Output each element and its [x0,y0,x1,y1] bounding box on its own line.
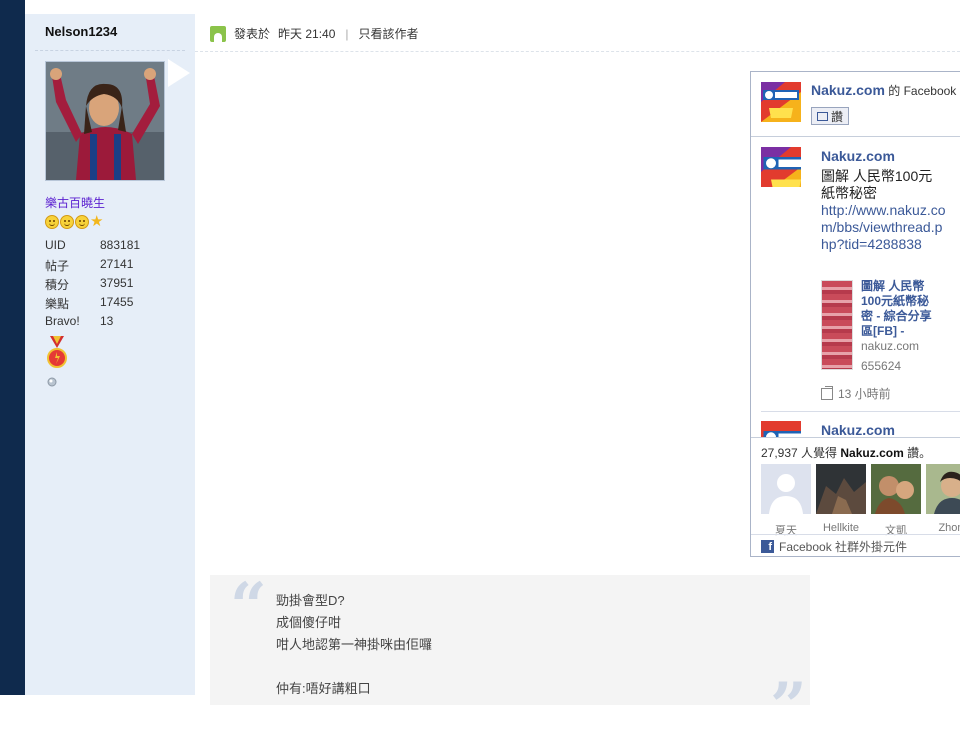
feed-time-text[interactable]: 13 小時前 [838,385,891,402]
star-rank-icon: ★ [90,213,104,230]
nakuz-logo[interactable] [761,82,801,122]
stat-value: 37951 [100,276,134,290]
quote-line: 成個傻仔咁 [276,615,342,630]
fb-header-suffix: 的 Facebook [888,84,957,98]
facebook-like-box: Nakuz.com 的 Facebook 讚 Nakuz.com 圖解 人民幣1… [750,71,960,557]
likers-page: Nakuz.com [840,446,904,460]
stat-label: 樂點 [45,297,70,311]
attachment-domain: nakuz.com [861,339,920,353]
sidebar-divider [35,50,185,51]
stat-label: Bravo! [45,314,80,328]
stat-label: UID [45,238,66,252]
quote-line: 勁掛會型D? [276,593,345,608]
feed-text: 圖解 人民幣100元紙幣秘密 [821,168,933,201]
stat-value: 17455 [100,295,134,309]
liker-face[interactable]: Hellkite [816,464,866,538]
separator: | [345,26,349,41]
stat-label: 積分 [45,278,70,292]
posted-time: 昨天 21:40 [278,27,336,41]
fb-footer: f Facebook 社群外掛元件 [751,534,960,556]
liker-face[interactable]: Zhon [926,464,960,538]
liker-name[interactable]: Zhon [926,522,960,534]
user-sidebar: Nelson1234 樂古百曉生 ★ UID 883181 帖子 27141 積… [25,14,195,695]
avatar[interactable] [45,61,165,181]
feed-logo-2[interactable] [761,421,801,437]
feed-link[interactable]: http://www.nakuz.com/bbs/viewthread.php?… [821,202,946,253]
liker-name[interactable]: Hellkite [816,522,866,534]
feed-page-name[interactable]: Nakuz.com [821,148,895,164]
stat-label: 帖子 [45,259,70,273]
quote-line: 咁人地認第一神掛咪由佢囉 [276,637,433,652]
online-status-icon[interactable] [47,376,57,390]
fb-header: Nakuz.com 的 Facebook 讚 [751,72,960,137]
feed-page-name-2[interactable]: Nakuz.com [821,422,895,438]
liker-face[interactable]: 文凱 [871,464,921,538]
username-link[interactable]: Nelson1234 [45,24,117,39]
smiley-rank-icon [75,215,89,229]
post-header: 發表於 昨天 21:40 | 只看該作者 [210,25,419,42]
stat-row: 積分 37951 [45,276,185,295]
facebook-icon: f [761,539,774,553]
feed-timestamp: 13 小時前 [821,385,891,402]
stat-row: 帖子 27141 [45,257,185,276]
share-icon[interactable] [821,385,833,400]
likers-count: 27,937 人覺得 Nakuz.com 讚。 [761,444,931,461]
stat-row: UID 883181 [45,238,185,257]
smiley-rank-icon [60,215,74,229]
liker-avatar [816,464,866,514]
attachment-number: 655624 [861,359,902,373]
stat-row: Bravo! 13 [45,314,185,333]
stat-value: 13 [100,314,114,328]
thumbs-up-icon [817,111,828,121]
author-online-icon [210,25,226,42]
feed-divider [761,411,960,412]
attachment-thumbnail[interactable] [821,280,853,370]
smiley-rank-icon [45,215,59,229]
liker-faces: 夏天 Hellkite 文凱 Zho [761,464,960,538]
feed-bottom-border [751,437,960,438]
avatar-callout-pointer [168,59,190,87]
stat-value: 883181 [100,238,141,252]
left-edge-bar [0,0,25,695]
attachment-title[interactable]: 圖解 人民幣100元紙幣秘密 - 綜合分享區[FB] - [861,279,941,339]
quote-text: 勁掛會型D? 成個傻仔咁 咁人地認第一神掛咪由佢囉 仲有:唔好講粗口 [276,590,432,700]
user-stats: UID 883181 帖子 27141 積分 37951 樂點 17455 Br… [45,238,185,333]
user-group-title[interactable]: 樂古百曉生 [45,194,105,211]
fb-like-button[interactable]: 讚 [811,107,850,125]
fb-footer-text[interactable]: Facebook 社群外掛元件 [779,538,907,555]
likers-suffix: 讚。 [907,446,932,460]
only-author-link[interactable]: 只看該作者 [359,25,419,42]
stat-row: 樂點 17455 [45,295,185,314]
liker-avatar [926,464,960,514]
feed-logo[interactable] [761,147,801,187]
default-avatar-icon [761,464,811,514]
likers-prefix: 27,937 人覺得 [761,446,838,460]
posted-label: 發表於 [234,27,271,41]
stat-value[interactable]: 27141 [100,257,133,276]
quote-line [276,656,432,678]
fb-page-name[interactable]: Nakuz.com [811,82,885,98]
medal-icon[interactable] [47,336,67,375]
close-quote-icon: ” [770,669,807,744]
liker-avatar [871,464,921,514]
open-quote-icon: “ [230,569,267,644]
user-rank-stars: ★ [45,213,104,230]
fb-header-title: Nakuz.com 的 Facebook [811,82,956,99]
post-quote-block: “ 勁掛會型D? 成個傻仔咁 咁人地認第一神掛咪由佢囉 仲有:唔好講粗口 ” [210,569,810,739]
quote-line: 仲有:唔好講粗口 [276,681,371,696]
liker-face[interactable]: 夏天 [761,464,811,538]
post-header-divider [195,51,960,52]
fb-like-label: 讚 [831,109,844,124]
